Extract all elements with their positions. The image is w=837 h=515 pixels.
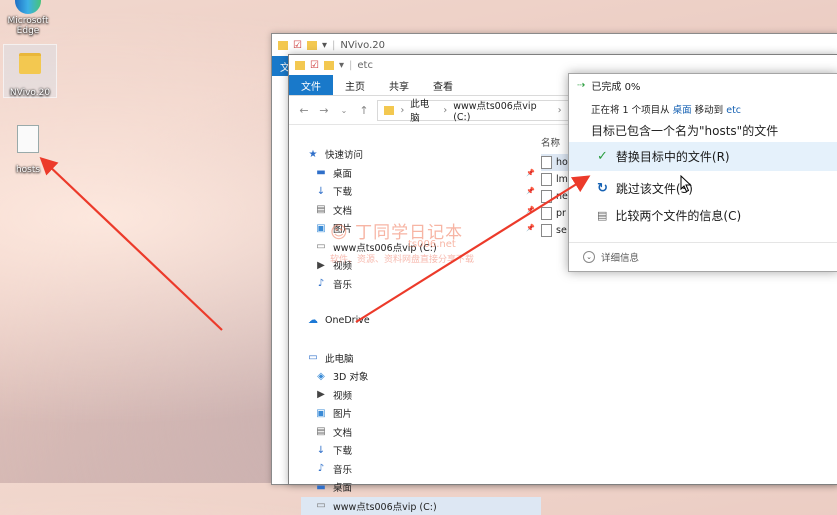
sidebar-item-label: www点ts006点vip (C:)	[333, 499, 437, 513]
sidebar-item[interactable]: ▭ www点ts006点vip (C:)	[301, 497, 541, 515]
annotation-arrow-to-hosts	[46, 163, 222, 330]
desktop-icon: ▬	[315, 482, 327, 493]
drive-icon: ▭	[315, 500, 327, 511]
annotation-arrow-to-replace	[356, 180, 583, 322]
annotation-arrows	[0, 0, 837, 483]
